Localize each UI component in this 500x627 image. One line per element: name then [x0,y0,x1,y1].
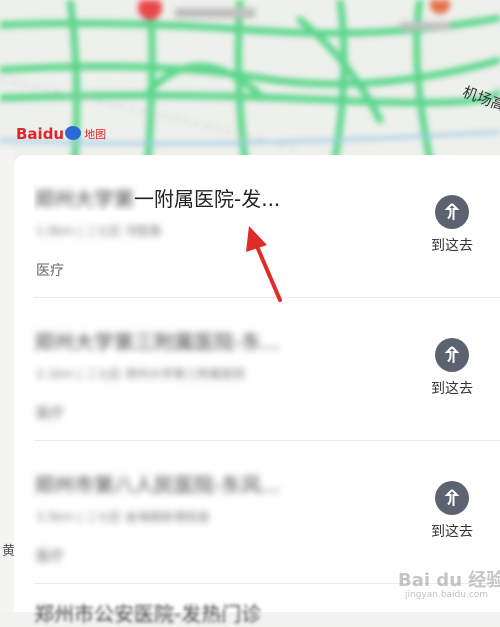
navigate-button[interactable]: 到这去 [427,338,477,398]
route-arrow-icon [435,195,469,229]
list-item[interactable]: 郑州市第八人民医院-东风... 3.5km | 二七区 金海路新港街道 医疗 到… [14,441,500,583]
result-subtitle: 1.0km | 二七区 河医路 [36,224,162,238]
watermark-url: jingyan.baidu.com [405,590,489,600]
result-title-visible: 一附属医院-发... [134,187,281,211]
navigate-label: 到这去 [431,381,473,397]
list-item[interactable]: 郑州大学第三附属医院-东... 2.1km | 二七区 郑州大学第三附属医院 医… [14,298,500,440]
result-title[interactable]: 郑州市第八人民医院-东风... [34,469,414,498]
logo-map-word: 地图 [84,128,107,141]
route-arrow-icon [435,338,469,372]
results-sheet: 郑州大学第一附属医院-发... 1.0km | 二七区 河医路 医疗 到这去 郑… [14,155,500,612]
logo-text: Baidu [16,125,65,143]
map-view[interactable]: 机场高 Baidu 地图 [0,0,500,160]
result-title[interactable]: 郑州大学第一附属医院-发... [34,183,414,212]
result-title[interactable]: 郑州大学第三附属医院-东... [34,326,414,355]
navigate-button[interactable]: 到这去 [427,481,477,541]
baidu-paw-icon [65,126,82,140]
result-category: 医疗 [36,549,64,565]
list-item[interactable]: 郑州大学第一附属医院-发... 1.0km | 二七区 河医路 医疗 到这去 [14,155,500,297]
baidu-jingyan-watermark: Bai du 经验 [398,570,500,591]
result-category: 医疗 [36,263,64,279]
route-arrow-icon [435,481,469,515]
partial-result-title[interactable]: 郑州市公安医院-发热门诊 [34,598,261,627]
baidu-map-logo: Baidu 地图 [16,125,106,143]
result-category: 医疗 [36,406,64,422]
result-title-blurred: 郑州大学第 [34,187,134,211]
navigate-label: 到这去 [431,524,473,540]
result-subtitle: 3.5km | 二七区 金海路新港街道 [36,510,210,524]
navigate-label: 到这去 [431,238,473,254]
result-subtitle: 2.1km | 二七区 郑州大学第三附属医院 [36,367,246,381]
navigate-button[interactable]: 到这去 [427,195,477,255]
